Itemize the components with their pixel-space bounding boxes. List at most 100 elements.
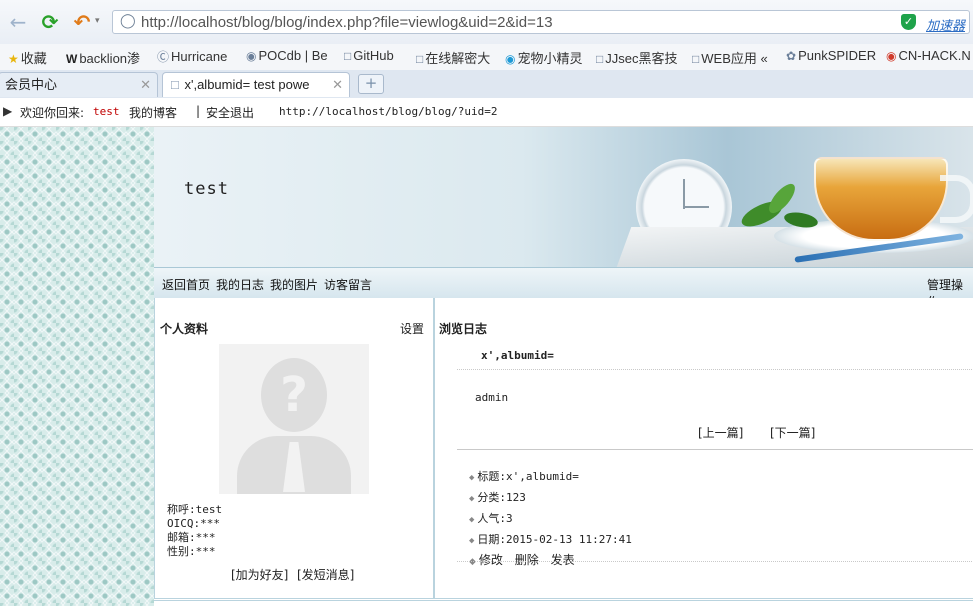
bookmark-item[interactable]: ◉ CN-HACK.N xyxy=(886,48,971,63)
profile-heading: 个人资料 xyxy=(160,322,209,336)
undo-dropdown-icon[interactable]: ▾ xyxy=(95,16,100,26)
bookmark-label: 宠物小精灵 xyxy=(517,51,583,66)
back-arrow-icon[interactable]: ← xyxy=(6,10,30,34)
divider xyxy=(457,561,973,562)
bookmark-label: CN-HACK.N xyxy=(898,48,971,63)
close-icon[interactable]: ✕ xyxy=(140,73,151,97)
publish-link[interactable]: 发表 xyxy=(551,553,575,567)
post-meta-views: ◆ 人气:3 xyxy=(469,512,513,525)
blog-banner: test xyxy=(154,127,973,267)
bookmark-item[interactable]: ◉ 宠物小精灵 xyxy=(505,48,583,67)
post-meta-category: ◆ 分类:123 xyxy=(469,491,526,504)
browser-navbar: ← ⟳ ↶ ▾ ◯ http://localhost/blog/blog/ind… xyxy=(0,0,973,44)
footer-border xyxy=(154,600,973,601)
bookmark-label: Hurricane xyxy=(171,49,228,64)
page-icon: □ xyxy=(344,49,352,63)
profile-oicq: OICQ:*** xyxy=(167,517,220,530)
bookmark-label: 收藏 xyxy=(20,51,47,66)
he-logo-icon: Ⓒ xyxy=(157,50,170,64)
page-icon: □ xyxy=(692,52,700,66)
post-title: x',albumid= xyxy=(481,349,554,362)
bookmark-label: WEB应用 « xyxy=(701,51,768,66)
star-icon: ★ xyxy=(8,52,19,66)
undo-icon[interactable]: ↶ xyxy=(70,10,94,34)
bookmark-label: GitHub xyxy=(353,48,394,63)
profile-info: 称呼:test OICQ:*** 邮箱:*** 性别:*** xyxy=(167,503,222,559)
post-meta-title: ◆ 标题:x',albumid= xyxy=(469,470,579,483)
poc-logo-icon: ◉ xyxy=(246,49,257,63)
page-icon: □ xyxy=(171,77,179,92)
spider-icon: ✿ xyxy=(786,49,797,63)
nav-my-photos[interactable]: 我的图片 xyxy=(270,276,318,293)
profile-panel: 个人资料 设置 ? 称呼:test OICQ:*** 邮箱:*** 性别:***… xyxy=(154,298,434,599)
bookmark-item[interactable]: Wbacklion渗 xyxy=(66,48,140,67)
welcome-text: 欢迎你回来: xyxy=(20,106,85,120)
tab-label: x',albumid= test powe xyxy=(184,77,310,92)
tab-current[interactable]: □ x',albumid= test powe ✕ xyxy=(162,72,350,97)
bookmark-item[interactable]: ★ 收藏 xyxy=(8,48,47,67)
security-shield-icon[interactable]: ✓ xyxy=(901,14,916,30)
profile-settings-link[interactable]: 设置 xyxy=(400,320,424,337)
bookmark-item[interactable]: Ⓒ Hurricane xyxy=(157,48,227,65)
divider xyxy=(457,369,973,370)
add-friend-link[interactable]: [加为好友] xyxy=(231,566,288,583)
bookmark-item[interactable]: □ JJsec黑客技 xyxy=(596,48,677,67)
bookmark-item[interactable]: □ 在线解密大 xyxy=(416,48,490,67)
edit-link[interactable]: 修改 xyxy=(479,553,503,567)
accelerator-link[interactable]: 加速器 xyxy=(926,15,965,34)
user-icon: ▶ xyxy=(3,104,13,118)
nav-home[interactable]: 返回首页 xyxy=(162,276,210,293)
profile-gender: 性别:*** xyxy=(167,545,216,558)
bookmark-item[interactable]: □ WEB应用 « xyxy=(692,48,768,67)
bookmark-label: PunkSPIDER xyxy=(798,48,877,63)
post-body: admin xyxy=(475,391,509,404)
question-mark-icon: ? xyxy=(280,367,308,423)
page-icon: □ xyxy=(416,52,424,66)
avatar: ? xyxy=(219,344,369,494)
close-icon[interactable]: ✕ xyxy=(328,73,343,97)
left-pattern-background xyxy=(0,127,154,606)
bookmark-label: JJsec黑客技 xyxy=(605,51,678,66)
w-logo-icon: W xyxy=(66,52,78,66)
page-icon: □ xyxy=(596,52,604,66)
delete-link[interactable]: 删除 xyxy=(515,553,539,567)
blog-url[interactable]: http://localhost/blog/blog/?uid=2 xyxy=(279,105,498,118)
bookmark-label: POCdb | Be xyxy=(258,48,328,63)
separator: | xyxy=(196,104,201,118)
post-section-heading: 浏览日志 xyxy=(439,322,488,336)
bookmark-item[interactable]: ✿ PunkSPIDER xyxy=(786,48,876,63)
prev-post-link[interactable]: [上一篇] xyxy=(698,424,743,441)
my-blog-link[interactable]: 我的博客 xyxy=(129,104,177,121)
new-tab-button[interactable]: + xyxy=(358,74,384,94)
post-meta-date: ◆ 日期:2015-02-13 11:27:41 xyxy=(469,533,632,546)
post-panel: 浏览日志 x',albumid= admin [上一篇] [下一篇] ◆ 标题:x… xyxy=(434,298,973,599)
nav-guestbook[interactable]: 访客留言 xyxy=(324,276,372,293)
cup-handle-image xyxy=(940,175,973,223)
bookmark-item[interactable]: □ GitHub xyxy=(344,48,394,63)
nav-my-logs[interactable]: 我的日志 xyxy=(216,276,264,293)
bookmark-item[interactable]: ◉ POCdb | Be xyxy=(246,48,328,63)
url-text[interactable]: http://localhost/blog/blog/index.php?fil… xyxy=(141,14,553,31)
post-meta: ◆ 标题:x',albumid= ◆ 分类:123 ◆ 人气:3 ◆ 日期:2015-0… xyxy=(469,467,632,572)
tab-label: 会员中心 xyxy=(5,77,58,92)
divider xyxy=(457,449,973,450)
bookmarks-bar: ★ 收藏 Wbacklion渗 Ⓒ Hurricane ◉ POCdb | Be □ GitHu… xyxy=(0,44,973,71)
username: test xyxy=(93,105,120,118)
refresh-icon[interactable]: ⟳ xyxy=(38,10,62,34)
shield-outline-icon: ◯ xyxy=(120,13,136,29)
bookmark-label: backlion渗 xyxy=(79,51,141,66)
address-bar[interactable]: ◯ http://localhost/blog/blog/index.php?f… xyxy=(112,10,970,34)
send-message-link[interactable]: [发短消息] xyxy=(297,566,354,583)
banner-title: test xyxy=(184,179,229,199)
logout-link[interactable]: 安全退出 xyxy=(206,104,254,121)
bookmark-label: 在线解密大 xyxy=(425,51,491,66)
site-topbar: ▶ 欢迎你回来: test 我的博客 | 安全退出 http://localho… xyxy=(0,98,973,127)
next-post-link[interactable]: [下一篇] xyxy=(770,424,815,441)
profile-email: 邮箱:*** xyxy=(167,531,216,544)
cn-hack-icon: ◉ xyxy=(886,49,897,63)
shield-icon: ◉ xyxy=(505,52,516,66)
tab-member-center[interactable]: 会员中心 ✕ xyxy=(0,72,158,97)
tab-bar: 会员中心 ✕ □ x',albumid= test powe ✕ + xyxy=(0,70,973,99)
profile-nickname: 称呼:test xyxy=(167,503,223,516)
blog-nav: 返回首页 我的日志 我的图片 访客留言 管理操作 xyxy=(154,267,973,309)
